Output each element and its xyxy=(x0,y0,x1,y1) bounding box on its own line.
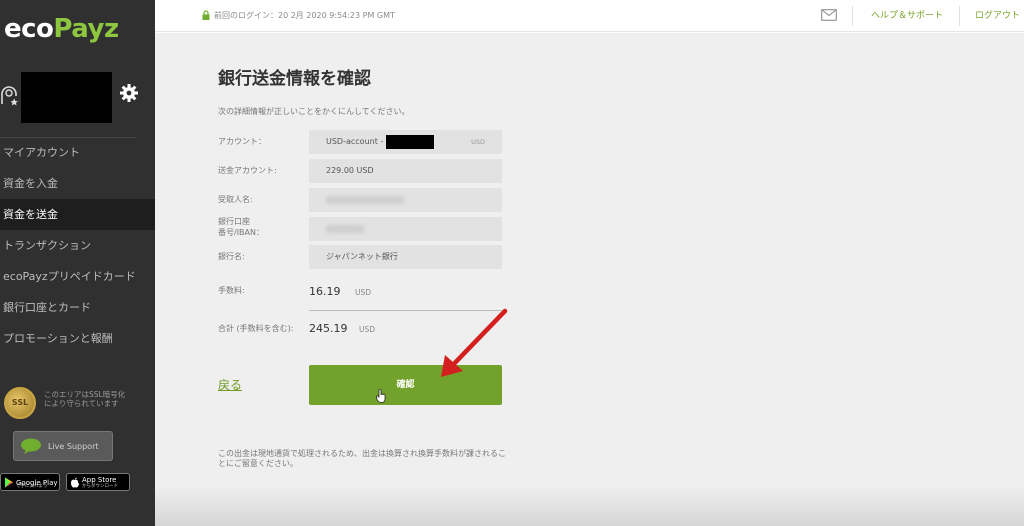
top-bar: 前回のログイン：20 2月 2020 9:54:23 PM GMT ヘルプ＆サポ… xyxy=(155,0,1024,32)
google-play-badge[interactable]: で手に入れよう Google Play xyxy=(0,473,60,491)
account-value: USD-account - xyxy=(326,137,384,146)
iban-label-line1: 銀行口座 xyxy=(218,217,250,226)
transfer-amount-field: 229.00 USD xyxy=(309,159,502,183)
fee-currency: USD xyxy=(355,288,372,297)
app-store-subtitle: からダウンロード xyxy=(82,484,118,489)
account-currency: USD xyxy=(471,138,485,146)
fee-value: 16.19 xyxy=(309,285,341,298)
sidebar-item-bank-accounts[interactable]: 銀行口座とカード xyxy=(0,292,155,323)
page-title: 銀行送金情報を確認 xyxy=(218,69,371,89)
main-content: 銀行送金情報を確認 次の詳細情報が正しいことをかくにんしてください。 アカウント… xyxy=(155,33,1024,526)
bottom-shade xyxy=(155,486,1024,526)
sidebar-item-my-account[interactable]: マイアカウント xyxy=(0,137,155,168)
fee-label: 手数料: xyxy=(218,286,245,295)
logout-link[interactable]: ログアウト xyxy=(975,0,1020,32)
bank-name-field: ジャパンネット銀行 xyxy=(309,245,502,269)
blurred-recipient-name xyxy=(326,196,404,204)
account-field: USD-account - USD xyxy=(309,130,502,154)
live-support-label: Live Support xyxy=(48,442,99,451)
help-support-link[interactable]: ヘルプ＆サポート xyxy=(871,0,943,32)
sidebar-item-prepaid-card[interactable]: ecoPayzプリペイドカード xyxy=(0,261,155,292)
app-store-badge[interactable]: App Store からダウンロード xyxy=(66,473,130,491)
transfer-amount-label: 送金アカウント: xyxy=(218,166,277,175)
sidebar-item-transactions[interactable]: トランザクション xyxy=(0,230,155,261)
bank-name-label: 銀行名: xyxy=(218,252,245,261)
sidebar-nav: マイアカウント 資金を入金 資金を送金 トランザクション ecoPayzプリペイ… xyxy=(0,137,155,354)
hand-cursor-icon xyxy=(376,389,386,403)
ssl-seal-label: SSL xyxy=(11,398,29,407)
recipient-name-label: 受取人名: xyxy=(218,195,253,204)
app-store-title: App Store xyxy=(82,476,117,484)
google-play-title: Google Play xyxy=(16,479,58,487)
logo-payz-text: Payz xyxy=(53,14,119,44)
account-label: アカウント： xyxy=(218,137,266,146)
redacted-account-number xyxy=(386,135,434,149)
user-profile-icon[interactable] xyxy=(0,82,18,106)
lock-icon xyxy=(202,10,210,20)
transfer-amount-value: 229.00 USD xyxy=(326,166,374,175)
bank-name-value: ジャパンネット銀行 xyxy=(326,252,398,261)
back-link[interactable]: 戻る xyxy=(218,376,242,393)
mail-icon[interactable] xyxy=(821,9,837,21)
iban-label-line2: 番号/IBAN： xyxy=(218,228,264,237)
blurred-iban xyxy=(326,225,364,233)
total-label: 合計 (手数料を含む): xyxy=(218,324,294,333)
recipient-name-field xyxy=(309,188,502,212)
ssl-notice: このエリアはSSL暗号化により守られています xyxy=(44,390,126,408)
sidebar-item-deposit[interactable]: 資金を入金 xyxy=(0,168,155,199)
ssl-seal-icon: SSL xyxy=(4,387,36,419)
topbar-separator xyxy=(959,6,960,26)
total-value: 245.19 xyxy=(309,322,348,335)
last-login-text: 前回のログイン：20 2月 2020 9:54:23 PM GMT xyxy=(214,11,395,20)
google-play-icon xyxy=(5,477,13,488)
conversion-fee-note: この出金は現地通貨で処理されるため、出金は換算され換算手数料が課されることにご留… xyxy=(218,449,506,468)
sidebar-item-promotions[interactable]: プロモーションと報酬 xyxy=(0,323,155,354)
sidebar-item-send-money[interactable]: 資金を送金 xyxy=(0,199,155,230)
sidebar: ecoPayz マイアカウント 資金を入金 資金を送金 トランザクション eco… xyxy=(0,0,155,526)
total-currency: USD xyxy=(359,325,376,334)
logo-eco-text: eco xyxy=(4,14,54,44)
gear-icon[interactable] xyxy=(119,83,139,103)
chat-bubble-icon xyxy=(21,438,41,454)
red-arrow-annotation-icon xyxy=(441,308,508,377)
intro-text: 次の詳細情報が正しいことをかくにんしてください。 xyxy=(218,107,410,116)
redacted-account-name xyxy=(21,72,112,123)
apple-icon xyxy=(71,477,79,488)
live-support-button[interactable]: Live Support xyxy=(13,431,113,461)
ecopayz-logo[interactable]: ecoPayz xyxy=(4,14,119,44)
iban-field xyxy=(309,217,502,241)
topbar-separator xyxy=(852,6,853,26)
